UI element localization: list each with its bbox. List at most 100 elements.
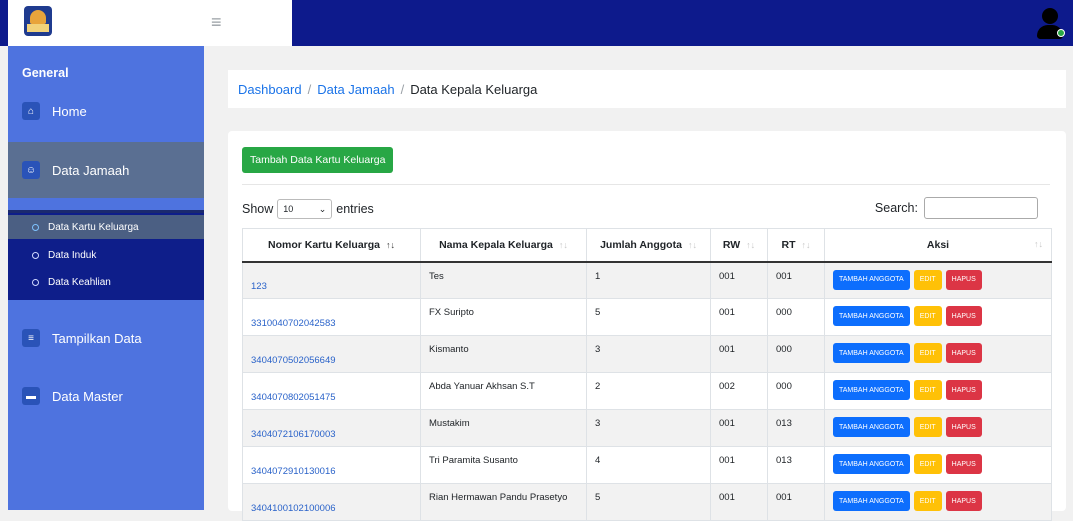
table-row: 123 Tes 1 001 001 TAMBAH ANGGOTA EDIT HAPUS: [242, 261, 1052, 299]
cell-nomor-kk[interactable]: 3404100102100006: [242, 483, 421, 521]
hapus-button[interactable]: HAPUS: [945, 306, 982, 326]
breadcrumb-current: Data Kepala Keluarga: [410, 81, 538, 97]
cell-nomor-kk[interactable]: 3404070502056649: [242, 335, 421, 373]
sort-icon: ↑↓: [746, 239, 756, 250]
hapus-button[interactable]: HAPUS: [945, 417, 982, 437]
cell-nama: Tri Paramita Susanto: [420, 446, 587, 484]
breadcrumb-link-dashboard[interactable]: Dashboard: [238, 82, 302, 97]
cell-nomor-kk[interactable]: 3404070802051475: [242, 372, 421, 410]
entries-select[interactable]: 10 ⌄: [277, 199, 333, 219]
cell-nomor-kk[interactable]: 3310040702042583: [242, 298, 421, 336]
topbar: ≡: [0, 0, 1073, 46]
mosque-logo-icon[interactable]: [24, 6, 52, 36]
cell-jumlah: 3: [586, 409, 711, 447]
edit-button[interactable]: EDIT: [913, 380, 942, 400]
hapus-button[interactable]: HAPUS: [945, 269, 982, 290]
sort-icon: ↑↓: [687, 239, 697, 250]
sidebar-heading: General: [22, 66, 69, 80]
sidebar-item-label: Data Master: [52, 388, 123, 404]
hapus-button[interactable]: HAPUS: [945, 380, 982, 400]
cell-nama: FX Suripto: [420, 298, 587, 336]
edit-button[interactable]: EDIT: [913, 343, 942, 363]
breadcrumb-separator: /: [400, 81, 405, 97]
add-anggota-button[interactable]: TAMBAH ANGGOTA: [833, 380, 910, 400]
sidebar-item-tampilkan-data[interactable]: ≡ Tampilkan Data: [8, 310, 204, 366]
sidebar-item-label: Data Jamaah: [52, 162, 130, 178]
cell-jumlah: 2: [586, 372, 711, 410]
sidebar-item-data-jamaah[interactable]: ☺ Data Jamaah: [8, 142, 204, 198]
search-label: Search:: [874, 201, 918, 215]
kepala-keluarga-table: Nomor Kartu Keluarga ↑↓ Nama Kepala Kelua…: [242, 228, 1052, 521]
search: Search:: [875, 197, 1038, 219]
table-header-row: Nomor Kartu Keluarga ↑↓ Nama Kepala Kelua…: [242, 228, 1052, 263]
hapus-button[interactable]: HAPUS: [945, 491, 982, 511]
sidebar-subitem-label: Data Keahlian: [48, 276, 111, 288]
show-label: Show: [242, 202, 274, 216]
cell-aksi: TAMBAH ANGGOTA EDIT HAPUS: [824, 335, 1052, 373]
add-kartu-keluarga-button[interactable]: Tambah Data Kartu Keluarga: [242, 147, 394, 173]
breadcrumb: Dashboard / Data Jamaah / Data Kepala Ke…: [228, 70, 1066, 108]
sidebar-subitem-data-keahlian[interactable]: Data Keahlian: [8, 270, 204, 294]
sort-asc-icon: ↑↓: [386, 239, 396, 250]
cell-rw: 001: [710, 335, 768, 373]
edit-button[interactable]: EDIT: [913, 306, 942, 326]
cell-nomor-kk[interactable]: 3404072106170003: [242, 409, 421, 447]
cell-rw: 001: [710, 298, 768, 336]
hapus-button[interactable]: HAPUS: [945, 454, 982, 474]
cell-rt: 013: [767, 446, 825, 484]
column-header-jumlah[interactable]: Jumlah Anggota ↑↓: [586, 228, 711, 263]
cell-aksi: TAMBAH ANGGOTA EDIT HAPUS: [824, 298, 1052, 336]
cell-rw: 001: [710, 483, 768, 521]
edit-button[interactable]: EDIT: [913, 491, 942, 511]
add-anggota-button[interactable]: TAMBAH ANGGOTA: [833, 306, 910, 326]
cell-rw: 001: [710, 261, 768, 299]
add-anggota-button[interactable]: TAMBAH ANGGOTA: [833, 491, 910, 511]
sort-icon: ↑↓: [1034, 238, 1043, 249]
column-header-nama[interactable]: Nama Kepala Keluarga ↑↓: [420, 228, 587, 263]
cell-nama: Rian Hermawan Pandu Prasetyo: [420, 483, 587, 521]
circle-icon: [32, 278, 39, 286]
table-row: 3404070802051475 Abda Yanuar Akhsan S.T 2 0…: [242, 372, 1052, 410]
column-header-rw[interactable]: RW ↑↓: [710, 228, 768, 263]
sidebar-item-data-master[interactable]: ▬ Data Master: [8, 368, 204, 424]
home-icon: ⌂: [22, 102, 40, 120]
table-row: 3404070502056649 Kismanto 3 001 000 TAMBAH AN…: [242, 335, 1052, 373]
cell-rt: 000: [767, 372, 825, 410]
sidebar-item-home[interactable]: ⌂ Home: [8, 83, 204, 139]
sort-icon: ↑↓: [801, 239, 811, 250]
add-anggota-button[interactable]: TAMBAH ANGGOTA: [833, 417, 910, 437]
circle-icon: [32, 251, 39, 259]
cell-nomor-kk[interactable]: 3404072910130016: [242, 446, 421, 484]
add-anggota-button[interactable]: TAMBAH ANGGOTA: [833, 269, 910, 290]
user-avatar-icon[interactable]: [1036, 8, 1065, 40]
cell-nomor-kk[interactable]: 123: [242, 261, 421, 299]
hamburger-menu-icon[interactable]: ≡: [211, 12, 222, 33]
column-header-aksi[interactable]: Aksi ↑↓: [824, 228, 1052, 263]
sidebar-item-label: Tampilkan Data: [52, 330, 142, 346]
edit-button[interactable]: EDIT: [913, 454, 942, 474]
cell-nama: Kismanto: [420, 335, 587, 373]
cell-rw: 001: [710, 446, 768, 484]
submenu-data-jamaah: Data Kartu Keluarga Data Induk Data Keah…: [8, 210, 204, 300]
cell-aksi: TAMBAH ANGGOTA EDIT HAPUS: [824, 409, 1052, 447]
cell-rw: 002: [710, 372, 768, 410]
circle-icon: [32, 223, 39, 231]
main-card: Tambah Data Kartu Keluarga Show 10 ⌄ ent…: [228, 131, 1066, 521]
column-header-nomor-kk[interactable]: Nomor Kartu Keluarga ↑↓: [242, 228, 421, 263]
add-anggota-button[interactable]: TAMBAH ANGGOTA: [833, 343, 910, 363]
cell-aksi: TAMBAH ANGGOTA EDIT HAPUS: [824, 261, 1052, 299]
table-row: 3404072910130016 Tri Paramita Susanto 4 001…: [242, 446, 1052, 484]
search-input[interactable]: [924, 197, 1038, 219]
edit-button[interactable]: EDIT: [913, 417, 942, 437]
cell-jumlah: 3: [586, 335, 711, 373]
sidebar-subitem-data-kartu-keluarga[interactable]: Data Kartu Keluarga: [8, 215, 204, 239]
table-row: 3404100102100006 Rian Hermawan Pandu Pras…: [242, 483, 1052, 521]
hapus-button[interactable]: HAPUS: [945, 343, 982, 363]
sidebar-item-label: Home: [52, 103, 87, 119]
cell-jumlah: 5: [586, 298, 711, 336]
sidebar-subitem-data-induk[interactable]: Data Induk: [8, 243, 204, 267]
column-header-rt[interactable]: RT ↑↓: [767, 228, 825, 263]
edit-button[interactable]: EDIT: [913, 269, 942, 290]
add-anggota-button[interactable]: TAMBAH ANGGOTA: [833, 454, 910, 474]
breadcrumb-link-data-jamaah[interactable]: Data Jamaah: [317, 82, 394, 97]
